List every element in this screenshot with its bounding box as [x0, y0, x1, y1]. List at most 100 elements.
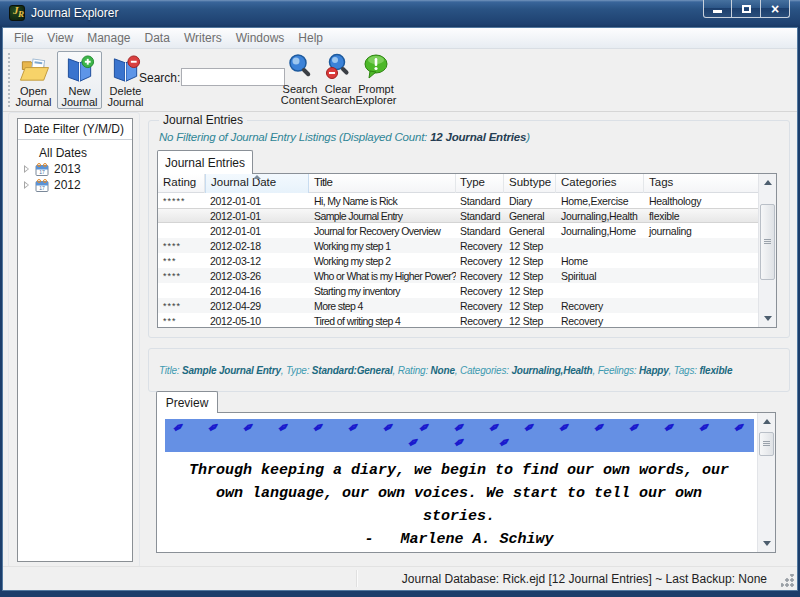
cell-title: Tired of writing step 4 [309, 313, 456, 328]
table-row[interactable]: 2012-01-01Journal for Recovery OverviewS… [158, 223, 758, 238]
minimize-icon [713, 10, 722, 13]
toolbar: OpenJournal NewJournal DeleteJournal [3, 49, 797, 112]
arrow-down-icon [763, 541, 771, 546]
banner-glyph-row-2: ✒✒✒ [165, 434, 754, 451]
sort-ascending-icon [253, 175, 261, 179]
cell-categories [556, 238, 644, 253]
titlebar[interactable]: JR Journal Explorer × [0, 0, 800, 28]
tab-preview[interactable]: Preview [156, 391, 218, 413]
menu-view[interactable]: View [40, 31, 80, 45]
date-filter-header: Date Filter (Y/M/D) [18, 119, 132, 140]
table-row[interactable]: 2012-01-01Sample Journal EntryStandardGe… [158, 208, 758, 223]
resize-grip[interactable] [781, 574, 794, 587]
cell-categories: Recovery [556, 298, 644, 313]
menu-file[interactable]: File [7, 31, 40, 45]
cell-title: Starting my inventory [309, 283, 456, 298]
status-text: Journal Database: Rick.ejd [12 Journal E… [402, 572, 767, 586]
table-body: *****2012-01-01Hi, My Name is RickStanda… [158, 193, 758, 327]
cell-tags: flexible [644, 208, 758, 223]
cell-title: More step 4 [309, 298, 456, 313]
cell-type: Standard [456, 193, 504, 208]
cell-subtype: 12 Step [504, 253, 556, 268]
menu-help[interactable]: Help [291, 31, 330, 45]
column-type[interactable]: Type [456, 174, 504, 193]
preview-scroll-up-button[interactable] [758, 413, 775, 430]
prompt-explorer-button[interactable]: PromptExplorer [353, 51, 399, 109]
column-rating[interactable]: Rating [158, 174, 205, 193]
menu-manage[interactable]: Manage [80, 31, 137, 45]
preview-scrollbar-thumb[interactable] [759, 432, 774, 456]
column-journal-date[interactable]: Journal Date [205, 174, 309, 193]
cell-title: Hi, My Name is Rick [309, 193, 456, 208]
cell-tags [644, 238, 758, 253]
column-title[interactable]: Title [309, 174, 456, 193]
new-journal-button[interactable]: NewJournal [57, 51, 102, 109]
arrow-down-icon [764, 316, 772, 321]
preview-banner: ✒✒✒✒✒✒✒✒✒✒✒✒✒✒✒✒✒ ✒✒✒ [165, 419, 754, 452]
cell-journal-date: 2012-03-12 [205, 253, 309, 268]
cell-rating [158, 283, 205, 298]
cell-tags: Healthology [644, 193, 758, 208]
new-journal-label: NewJournal [61, 86, 97, 108]
cell-journal-date: 2012-03-26 [205, 268, 309, 283]
column-subtype[interactable]: Subtype [504, 174, 556, 193]
close-button[interactable]: × [761, 0, 790, 18]
minimize-button[interactable] [703, 0, 732, 18]
cell-type: Recovery [456, 298, 504, 313]
cell-type: Recovery [456, 283, 504, 298]
table-row[interactable]: ****2012-02-18Working my step 1Recovery1… [158, 238, 758, 253]
delete-journal-icon [110, 54, 142, 85]
menu-bar: FileViewManageDataWritersWindowsHelp [3, 28, 797, 49]
cell-subtype: 12 Step [504, 283, 556, 298]
quote-attribution: - Marlene A. Schiwy [185, 528, 733, 551]
arrow-up-icon [763, 419, 771, 424]
cell-journal-date: 2012-04-16 [205, 283, 309, 298]
expand-icon[interactable] [23, 181, 31, 189]
tree-item-year-2013[interactable]: 172013 [18, 161, 132, 177]
table-row[interactable]: ***2012-05-10Tired of writing step 4Reco… [158, 313, 758, 328]
toolbar-grip[interactable] [8, 53, 10, 107]
column-categories[interactable]: Categories [556, 174, 644, 193]
table-row[interactable]: ****2012-03-26Who or What is my Higher P… [158, 268, 758, 283]
journal-entries-group-label: Journal Entries [159, 113, 247, 127]
table-row[interactable]: 2012-04-16Starting my inventoryRecovery1… [158, 283, 758, 298]
tree-item-all-dates[interactable]: All Dates [18, 145, 132, 161]
scroll-down-button[interactable] [759, 310, 776, 327]
cell-tags [644, 313, 758, 328]
cell-rating: *** [158, 313, 205, 328]
menu-windows[interactable]: Windows [229, 31, 292, 45]
table-row[interactable]: ****2012-04-29More step 4Recovery12 Step… [158, 298, 758, 313]
search-input[interactable] [181, 68, 285, 86]
table-scrollbar[interactable] [758, 174, 776, 327]
column-tags[interactable]: Tags [644, 174, 776, 193]
scroll-up-button[interactable] [759, 174, 776, 191]
filter-notice: No Filtering of Journal Entry Listings (… [159, 131, 530, 143]
cell-subtype: 12 Step [504, 298, 556, 313]
preview-scrollbar[interactable] [757, 413, 775, 552]
tab-journal-entries[interactable]: Journal Entries [157, 150, 253, 174]
tree-item-year-2012[interactable]: 172012 [18, 177, 132, 193]
scrollbar-thumb[interactable] [760, 204, 775, 280]
cell-journal-date: 2012-01-01 [205, 193, 309, 208]
maximize-button[interactable] [732, 0, 761, 18]
cell-categories: Home,Exercise [556, 193, 644, 208]
open-journal-button[interactable]: OpenJournal [11, 51, 56, 109]
cell-categories: Spiritual [556, 268, 644, 283]
menu-data[interactable]: Data [138, 31, 177, 45]
cell-rating: **** [158, 298, 205, 313]
cell-journal-date: 2012-02-18 [205, 238, 309, 253]
date-tree: All Dates 172013172012 [18, 140, 132, 193]
cell-categories: Journaling,Home [556, 223, 644, 238]
menu-writers[interactable]: Writers [177, 31, 229, 45]
table-row[interactable]: ***2012-03-12Working my step 2Recovery12… [158, 253, 758, 268]
app-window: JR Journal Explorer × FileViewManageData… [0, 0, 800, 597]
cell-type: Standard [456, 223, 504, 238]
arrow-up-icon [764, 180, 772, 185]
pen-glyph-icon: ✒ [496, 432, 515, 453]
status-separator [356, 570, 357, 587]
table-row[interactable]: *****2012-01-01Hi, My Name is RickStanda… [158, 193, 758, 208]
expand-icon[interactable] [23, 165, 31, 173]
cell-title: Journal for Recovery Overview [309, 223, 456, 238]
preview-scroll-down-button[interactable] [758, 535, 775, 552]
cell-journal-date: 2012-01-01 [205, 223, 309, 238]
